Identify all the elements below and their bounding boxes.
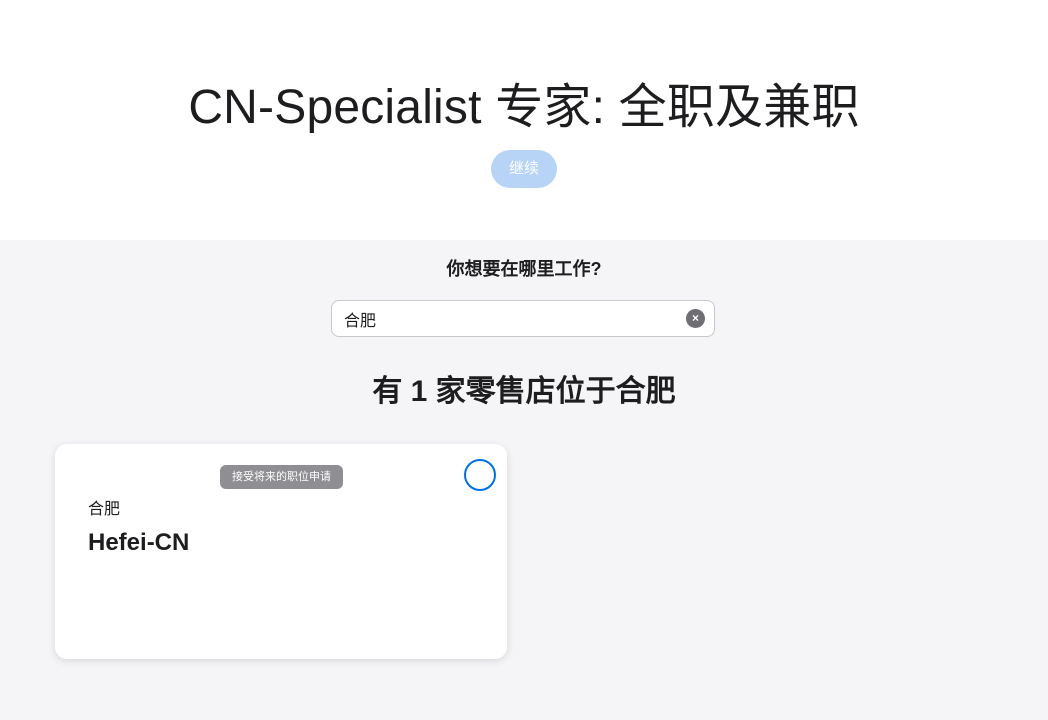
location-search-input[interactable] xyxy=(344,301,674,336)
page-title: CN-Specialist 专家: 全职及兼职 xyxy=(188,81,860,134)
page-header: CN-Specialist 专家: 全职及兼职 继续 xyxy=(0,0,1048,240)
status-badge: 接受将来的职位申请 xyxy=(220,465,343,489)
store-city: 合肥 xyxy=(88,501,121,518)
store-select-radio[interactable] xyxy=(464,459,496,491)
location-search-box: × xyxy=(331,300,715,337)
results-heading: 有 1 家零售店位于合肥 xyxy=(372,375,676,408)
clear-icon[interactable]: × xyxy=(686,309,705,328)
location-question: 你想要在哪里工作? xyxy=(446,259,602,279)
continue-button[interactable]: 继续 xyxy=(491,150,557,188)
store-card[interactable]: 接受将来的职位申请 合肥 Hefei-CN xyxy=(55,444,507,659)
store-name: Hefei-CN xyxy=(88,529,190,556)
